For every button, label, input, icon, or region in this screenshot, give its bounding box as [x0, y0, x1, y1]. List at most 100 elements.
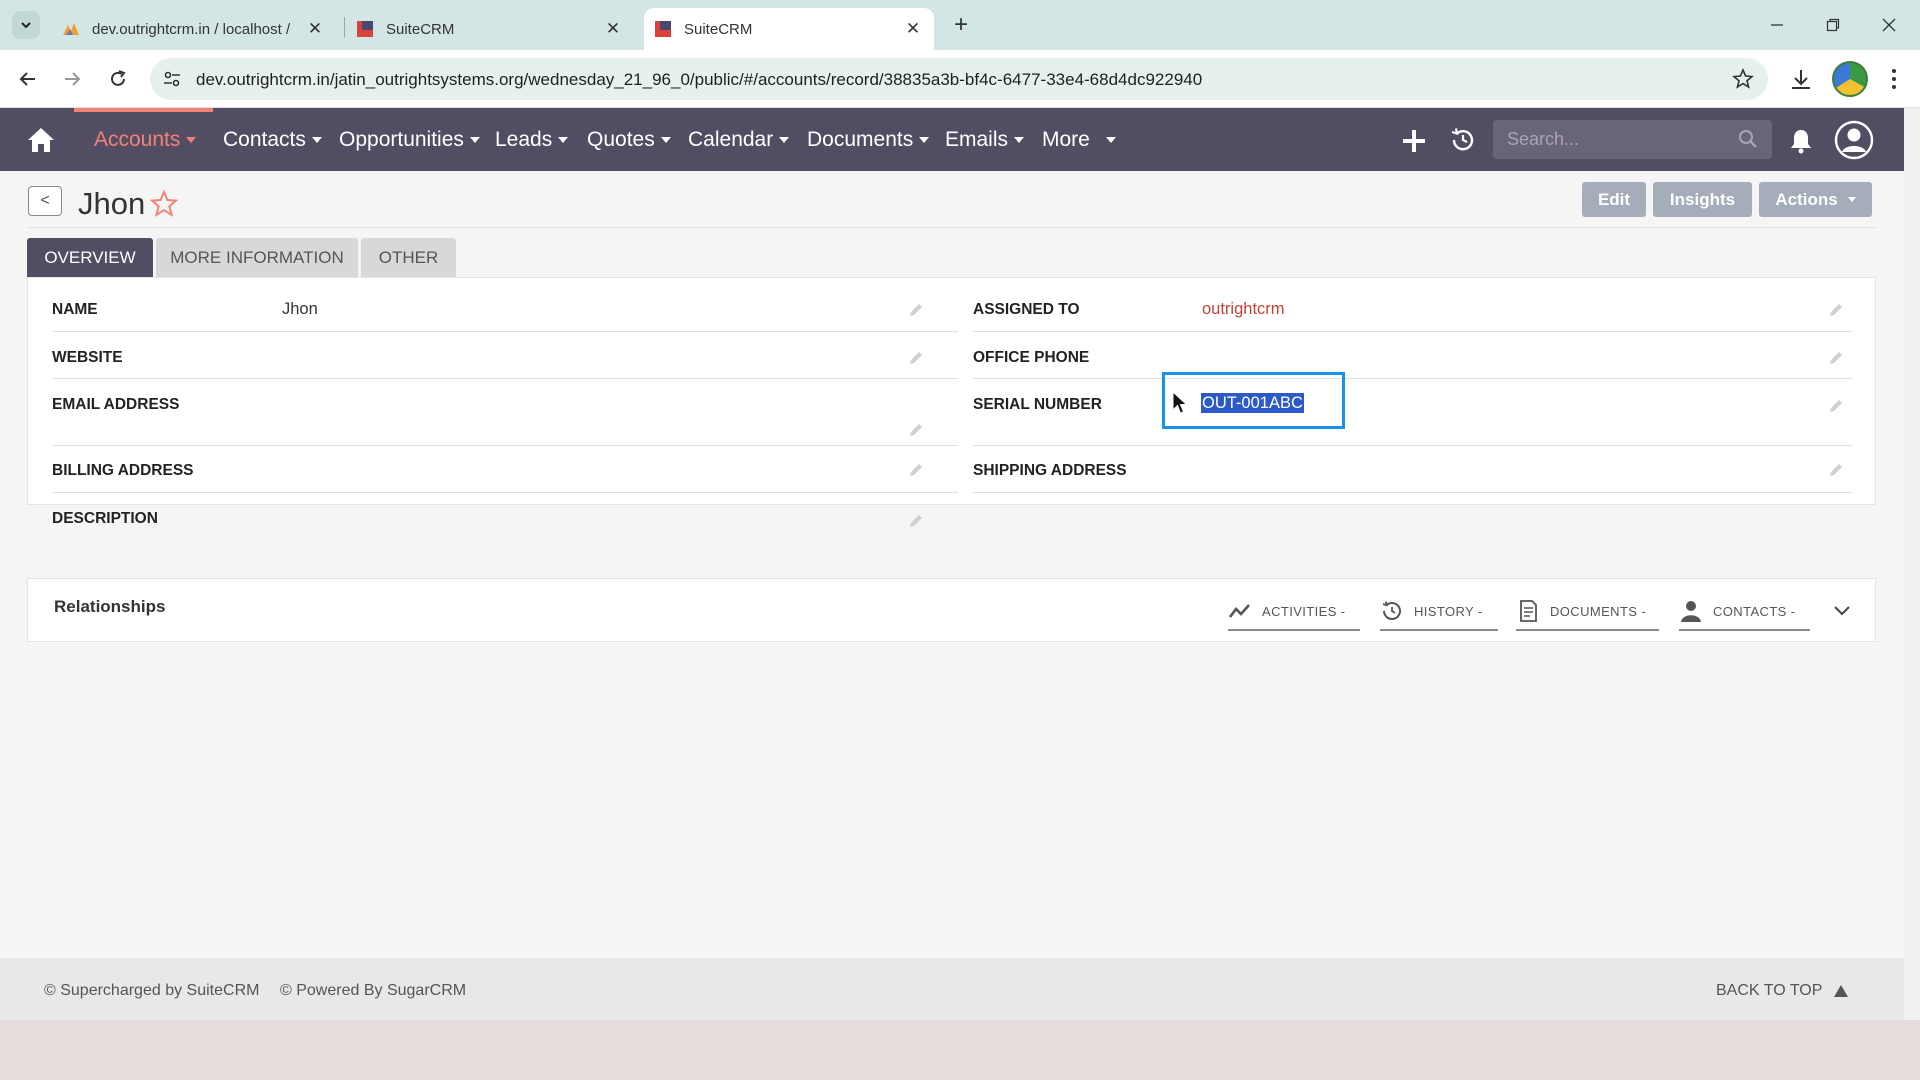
field-value-name: Jhon: [282, 300, 318, 318]
close-window-button[interactable]: [1866, 10, 1912, 40]
chevron-down-icon[interactable]: [1831, 599, 1853, 621]
home-icon[interactable]: [26, 126, 56, 154]
tab-label: OTHER: [378, 247, 439, 267]
caret-down-icon: [558, 137, 569, 143]
download-icon[interactable]: [1788, 67, 1814, 93]
new-tab-button[interactable]: +: [948, 13, 974, 39]
back-button[interactable]: [13, 64, 43, 94]
browser-menu-button[interactable]: [1884, 64, 1904, 94]
nav-contacts[interactable]: Contacts: [223, 128, 322, 152]
field-label-email: EMAIL ADDRESS: [52, 396, 180, 413]
rel-tab-history[interactable]: HISTORY -: [1380, 593, 1498, 631]
phpmyadmin-icon: [63, 23, 79, 35]
nav-more[interactable]: More: [1042, 128, 1116, 152]
pencil-icon[interactable]: [1828, 398, 1844, 414]
user-avatar-icon[interactable]: [1834, 120, 1874, 160]
close-icon[interactable]: ✕: [602, 18, 624, 40]
global-search[interactable]: [1493, 120, 1772, 159]
pencil-icon[interactable]: [1828, 462, 1844, 478]
field-label-website: WEBSITE: [52, 349, 123, 366]
caret-down-icon: [1014, 137, 1025, 143]
caret-down-icon: [779, 137, 790, 143]
pencil-icon[interactable]: [908, 422, 924, 438]
field-value-serial-number[interactable]: OUT-001ABC: [1201, 393, 1304, 413]
footer-supercharged[interactable]: © Supercharged by SuiteCRM: [44, 982, 259, 1000]
browser-tab-suitecrm-active[interactable]: SuiteCRM ✕: [644, 8, 934, 50]
address-bar[interactable]: dev.outrightcrm.in/jatin_outrightsystems…: [150, 58, 1768, 100]
caret-down-icon: [186, 137, 197, 143]
nav-label: Quotes: [587, 128, 655, 151]
document-icon: [1520, 600, 1537, 622]
rel-tab-activities[interactable]: ACTIVITIES -: [1228, 593, 1360, 631]
tab-other[interactable]: OTHER: [361, 238, 456, 277]
caret-down-icon: [919, 137, 930, 143]
pencil-icon[interactable]: [908, 302, 924, 318]
pencil-icon[interactable]: [908, 513, 924, 529]
bookmark-star-icon[interactable]: [1732, 68, 1754, 90]
forward-button[interactable]: [57, 64, 87, 94]
edit-button[interactable]: Edit: [1582, 182, 1646, 217]
profile-avatar[interactable]: [1832, 61, 1868, 97]
nav-accounts[interactable]: Accounts: [94, 128, 197, 152]
close-icon[interactable]: ✕: [304, 18, 326, 40]
close-icon[interactable]: ✕: [902, 18, 924, 40]
tab-search-button[interactable]: [12, 11, 40, 39]
rel-tab-label: CONTACTS -: [1713, 603, 1796, 619]
url-text[interactable]: dev.outrightcrm.in/jatin_outrightsystems…: [196, 70, 1202, 90]
back-to-list-button[interactable]: <: [28, 186, 62, 216]
bell-icon[interactable]: [1789, 128, 1813, 154]
search-icon[interactable]: [1738, 129, 1758, 149]
tab-title: SuiteCRM: [684, 20, 753, 38]
browser-tab-phpmyadmin[interactable]: dev.outrightcrm.in / localhost / ✕: [58, 8, 334, 50]
rel-tab-contacts[interactable]: CONTACTS -: [1679, 593, 1810, 631]
suitecrm-icon: [655, 21, 671, 37]
nav-label: Emails: [945, 128, 1009, 151]
record-detail-view: < Jhon Edit Insights Actions OVERVIEW MO…: [0, 171, 1904, 1020]
pencil-icon[interactable]: [1828, 302, 1844, 318]
back-to-top-link[interactable]: BACK TO TOP: [1716, 982, 1849, 1000]
activity-chart-icon: [1228, 604, 1250, 618]
field-value-assigned-to[interactable]: outrightcrm: [1202, 300, 1285, 319]
field-label-billing-address: BILLING ADDRESS: [52, 462, 194, 479]
footer-powered-by[interactable]: © Powered By SugarCRM: [280, 982, 466, 1000]
nav-leads[interactable]: Leads: [495, 128, 569, 152]
tab-overview[interactable]: OVERVIEW: [27, 238, 153, 277]
close-icon: [1882, 18, 1896, 32]
pencil-icon[interactable]: [908, 350, 924, 366]
tab-title: dev.outrightcrm.in / localhost /: [92, 20, 291, 38]
browser-tab-suitecrm-1[interactable]: SuiteCRM ✕: [356, 8, 632, 50]
pencil-icon[interactable]: [1828, 350, 1844, 366]
relationships-panel: Relationships ACTIVITIES - HISTORY - DOC…: [27, 578, 1876, 642]
field-divider: [973, 331, 1853, 332]
restore-button[interactable]: [1810, 10, 1856, 40]
nav-quotes[interactable]: Quotes: [587, 128, 671, 152]
reload-button[interactable]: [103, 64, 133, 94]
field-divider: [973, 445, 1853, 446]
tab-separator: [344, 17, 345, 37]
suitecrm-icon: [357, 21, 373, 37]
nav-emails[interactable]: Emails: [945, 128, 1025, 152]
field-divider: [973, 378, 1853, 379]
field-label-description: DESCRIPTION: [52, 510, 158, 527]
favorite-star-icon[interactable]: [149, 189, 179, 219]
nav-opportunities[interactable]: Opportunities: [339, 128, 480, 152]
page-scrollbar[interactable]: [1904, 108, 1920, 1020]
search-input[interactable]: [1507, 120, 1727, 159]
nav-label: Calendar: [688, 128, 774, 151]
field-label-name: NAME: [52, 301, 98, 318]
minimize-button[interactable]: [1754, 10, 1800, 40]
actions-button[interactable]: Actions: [1759, 182, 1872, 217]
plus-icon[interactable]: [1401, 128, 1427, 154]
nav-documents[interactable]: Documents: [807, 128, 930, 152]
rel-tab-documents[interactable]: DOCUMENTS -: [1516, 593, 1659, 631]
rel-tab-label: ACTIVITIES -: [1262, 603, 1346, 619]
pencil-icon[interactable]: [908, 462, 924, 478]
tab-more-information[interactable]: MORE INFORMATION: [156, 238, 358, 277]
insights-button[interactable]: Insights: [1653, 182, 1752, 217]
nav-calendar[interactable]: Calendar: [688, 128, 790, 152]
history-icon: [1382, 601, 1401, 620]
field-label-assigned-to: ASSIGNED TO: [973, 301, 1080, 318]
triangle-up-icon: [1834, 985, 1849, 997]
site-settings-icon[interactable]: [162, 69, 182, 89]
history-icon[interactable]: [1449, 126, 1477, 154]
